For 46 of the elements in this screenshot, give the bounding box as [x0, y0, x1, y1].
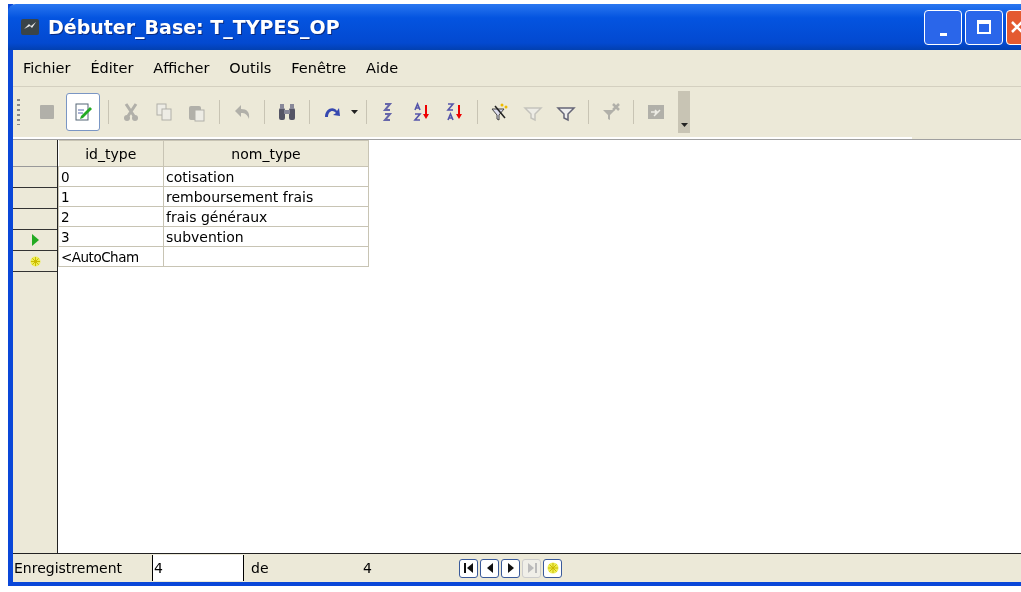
column-header[interactable]: id_type [58, 140, 164, 167]
toolbar-grip[interactable] [17, 99, 20, 125]
table-cell[interactable]: cotisation [163, 166, 369, 187]
close-icon [1010, 20, 1021, 34]
menu-item[interactable]: Fichier [23, 60, 71, 76]
menu-item[interactable]: Aide [366, 60, 399, 76]
first-record-icon[interactable] [459, 558, 478, 578]
record-label: Enregistrement [13, 560, 123, 576]
close-button[interactable] [1006, 9, 1021, 45]
toolbar-overflow-button[interactable] [678, 91, 690, 133]
menu-item[interactable]: Fenêtre [291, 60, 347, 76]
table-cell[interactable]: 3 [58, 226, 164, 247]
caret-icon [680, 123, 688, 127]
of-label: de [250, 560, 270, 576]
table-cell[interactable]: subvention [163, 226, 369, 247]
record-field[interactable]: 4 [152, 555, 244, 581]
table-cell[interactable]: remboursement frais [163, 186, 369, 207]
table-cell[interactable]: 0 [58, 166, 164, 187]
current-row-icon [31, 234, 39, 246]
table-cell[interactable]: frais généraux [163, 206, 369, 227]
row-header[interactable] [13, 251, 57, 272]
next-record-icon[interactable] [501, 558, 520, 578]
column-header[interactable]: nom_type [163, 140, 369, 167]
window-title: Débuter_Base: T_TYPES_OP [48, 16, 341, 38]
maximize-icon [977, 20, 991, 34]
new-record-icon[interactable] [543, 558, 562, 578]
app-icon [20, 18, 40, 36]
maximize-button[interactable] [965, 9, 1003, 45]
row-header[interactable] [13, 188, 57, 209]
caret-icon[interactable] [351, 110, 358, 114]
table-cell[interactable] [163, 246, 369, 267]
menu-item[interactable]: Outils [229, 60, 272, 76]
row-header[interactable] [13, 230, 57, 251]
table-cell[interactable]: 1 [58, 186, 164, 207]
previous-record-icon[interactable] [480, 558, 499, 578]
minimize-button[interactable] [924, 9, 962, 45]
menu-item[interactable]: Éditer [90, 60, 134, 76]
table-cell[interactable]: 2 [58, 206, 164, 227]
edit-icon[interactable] [66, 93, 100, 131]
new-row-icon [29, 255, 41, 267]
table-cell[interactable]: <AutoCham [58, 246, 164, 267]
row-header[interactable] [13, 209, 57, 230]
minimize-icon [939, 32, 947, 36]
record-count: 4 [363, 560, 373, 576]
menu-item[interactable]: Afficher [153, 60, 210, 76]
row-header[interactable] [13, 167, 57, 188]
